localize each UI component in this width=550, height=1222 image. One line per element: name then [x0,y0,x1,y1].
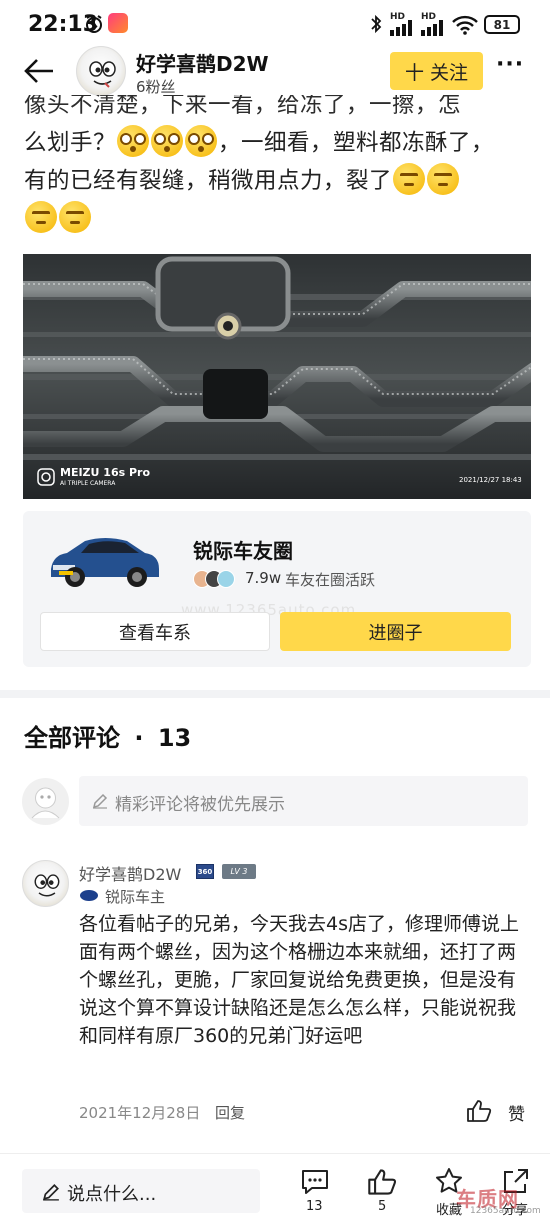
flushed-emoji-icon [151,125,184,157]
car-thumbnail-image [51,538,159,587]
bluetooth-icon [371,14,382,34]
wifi-icon [452,15,478,35]
avatar-face-icon [34,874,60,897]
avatar-face-icon [89,61,116,88]
thumbs-up-icon[interactable] [466,1099,492,1123]
pencil-icon [43,1184,59,1201]
brand-watermark-url: 12365auto.com [470,1206,541,1216]
post-emoji-line [24,200,529,240]
camera-brand-sub: AI TRIPLE CAMERA [60,480,116,487]
smirk-emoji-icon [25,201,57,233]
section-divider [0,690,550,698]
battery-icon: 81 [484,15,520,34]
flushed-emoji-icon [185,125,218,157]
post-text-line-2a: 么划手？ [24,130,117,156]
member-avatar [217,570,235,588]
comment-count: 13 [306,1199,323,1214]
post-text-line-2b: ，一细看，塑料都冻酥了， [218,130,495,156]
battery-level: 81 [493,17,511,32]
smirk-emoji-icon [393,163,426,195]
grille-photo-image [23,254,531,499]
separator-dot: · [134,724,144,752]
camera-brand: MEIZU 16s Pro [60,466,151,479]
comment-compose-row: 精彩评论将被优先展示 [0,772,550,832]
more-options-button[interactable]: ··· [496,52,524,77]
car-circle-card[interactable]: 锐际车友圈 7.9w 车友在圈活跃 www.12365auto.com 查看车系… [23,511,531,667]
follow-button[interactable]: 十 关注 [390,52,483,90]
post-text-line-3a: 有的已经有裂缝，稍微用点力，裂了 [24,168,393,194]
comment-icon[interactable] [300,1168,330,1196]
post-header: 好学喜鹊D2W 6粉丝 十 关注 ··· [0,42,550,100]
signal-icon [390,20,412,36]
camera-logo-icon [37,468,55,486]
active-label: 车友在圈活跃 [285,571,376,589]
author-avatar[interactable] [76,46,126,96]
post-text-line-2: 么划手？ ，一细看，塑料都冻酥了， [24,124,529,162]
like-button-label[interactable]: 赞 [508,1100,525,1125]
commenter-avatar[interactable] [22,860,69,907]
alarm-icon [86,15,102,33]
active-count: 7.9w [245,569,282,587]
smirk-emoji-icon [59,201,91,233]
smirk-emoji-icon [427,163,460,195]
owner-role: 锐际车主 [105,888,166,906]
like-count: 5 [378,1199,387,1214]
thumbs-up-icon[interactable] [367,1168,397,1196]
bottom-action-bar: 说点什么... 13 5 收藏 分享 车质网 12365auto.com [0,1153,550,1222]
join-circle-button[interactable]: 进圈子 [280,612,511,651]
signal-icon-2 [421,20,443,36]
follower-count: 6粉丝 [136,78,176,96]
badge-360-text: 360 [197,867,213,876]
comments-heading: 全部评论 · 13 [24,718,191,753]
say-something-input[interactable]: 说点什么... [22,1169,260,1213]
badge-360: 360 [196,864,214,879]
comments-count: 13 [157,724,192,752]
comment-placeholder: 精彩评论将被优先展示 [115,795,285,815]
level-badge: LV 3 [222,864,256,879]
post-body: 像头不清楚，下来一看，给冻了，一擦，怎 么划手？ ，一细看，塑料都冻酥了， 有的已… [0,95,550,250]
my-avatar [22,778,69,825]
reply-button[interactable]: 回复 [215,1102,245,1123]
post-text-line-3: 有的已经有裂缝，稍微用点力，裂了 [24,162,529,200]
post-photo[interactable]: MEIZU 16s Pro AI TRIPLE CAMERA 2021/12/2… [23,254,531,499]
comment-item: 好学喜鹊D2W 360 LV 3 锐际车主 各位看帖子的兄弟，今天我去4s店了，… [0,850,550,1150]
level-badge-text: LV 3 [230,867,248,876]
comment-date: 2021年12月28日 [79,1104,201,1122]
comments-title: 全部评论 [24,724,120,752]
pencil-icon [92,793,108,809]
photo-timestamp: 2021/12/27 18:43 [459,476,522,484]
default-avatar-icon [31,787,60,819]
circle-name[interactable]: 锐际车友圈 [193,535,293,564]
comment-input[interactable]: 精彩评论将被优先展示 [79,776,528,826]
comment-text: 各位看帖子的兄弟，今天我去4s店了，修理师傅说上面有两个螺丝，因为这个格栅边本来… [79,913,519,1047]
app-notification-icon [108,13,128,33]
post-text-line-1: 像头不清楚，下来一看，给冻了，一擦，怎 [24,95,462,118]
member-avatars [193,569,239,589]
flushed-emoji-icon [117,125,150,157]
ford-logo-icon [80,890,98,901]
author-name[interactable]: 好学喜鹊D2W [136,48,269,77]
say-placeholder: 说点什么... [67,1184,157,1205]
view-series-button[interactable]: 查看车系 [40,612,270,651]
commenter-name[interactable]: 好学喜鹊D2W [79,861,181,885]
back-arrow-icon[interactable] [24,58,54,84]
